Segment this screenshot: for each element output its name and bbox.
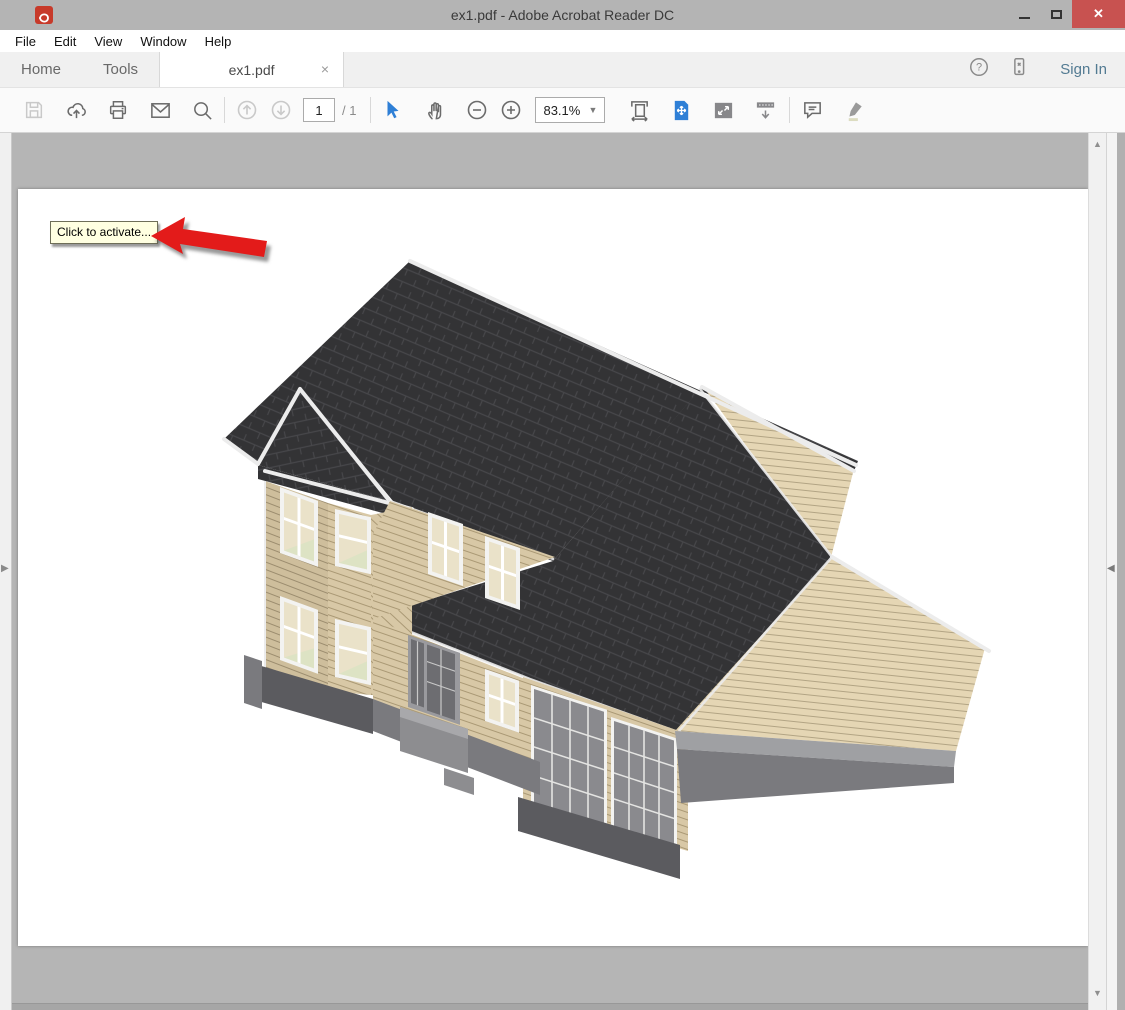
menu-view[interactable]: View: [85, 34, 131, 49]
window-title: ex1.pdf - Adobe Acrobat Reader DC: [0, 7, 1125, 23]
chevron-down-icon: ▼: [589, 105, 598, 115]
scroll-up-icon[interactable]: ▲: [1089, 139, 1106, 149]
next-page-icon[interactable]: [267, 95, 295, 125]
hide-toolbar-icon[interactable]: [751, 95, 779, 125]
close-button[interactable]: ✕: [1072, 0, 1125, 28]
nav-pane-toggle-icon[interactable]: ▶: [1, 563, 9, 574]
tab-document-label: ex1.pdf: [229, 62, 275, 78]
red-arrow-annotation: [143, 213, 283, 269]
navigation-pane-strip[interactable]: ▶: [0, 133, 12, 1010]
window-second-floor-2: [485, 536, 520, 610]
print-icon[interactable]: [104, 95, 132, 125]
sign-in-link[interactable]: Sign In: [1048, 61, 1107, 78]
tab-close-icon[interactable]: ×: [321, 61, 329, 77]
title-bar: ex1.pdf - Adobe Acrobat Reader DC ✕: [0, 0, 1125, 30]
page-count-label: / 1: [342, 103, 356, 118]
left-foundation-block: [244, 655, 262, 709]
zoom-level-value: 83.1%: [543, 103, 580, 118]
main-toolbar: / 1 83.1% ▼: [0, 88, 1125, 133]
acrobat-window: ex1.pdf - Adobe Acrobat Reader DC ✕ File…: [0, 0, 1125, 1010]
tab-bar: Home Tools ex1.pdf × ? Sign In: [0, 52, 1125, 88]
right-frame-edge: [1117, 133, 1125, 1010]
tools-pane-toggle-icon[interactable]: ◀: [1107, 563, 1115, 574]
cloud-upload-icon[interactable]: [62, 95, 90, 125]
fit-page-icon[interactable]: [667, 95, 695, 125]
click-to-activate-tooltip[interactable]: Click to activate...: [50, 221, 158, 244]
fullscreen-icon[interactable]: [709, 95, 737, 125]
document-area: ▶: [0, 133, 1125, 1010]
search-icon[interactable]: [188, 95, 216, 125]
svg-text:?: ?: [976, 62, 982, 74]
menu-window[interactable]: Window: [131, 34, 195, 49]
menu-help[interactable]: Help: [196, 34, 241, 49]
house-3d-rendering[interactable]: [18, 189, 1088, 946]
tools-pane-strip[interactable]: ◀: [1106, 133, 1117, 1010]
help-icon[interactable]: ?: [968, 56, 990, 83]
email-icon[interactable]: [146, 95, 174, 125]
tab-document[interactable]: ex1.pdf ×: [159, 52, 344, 87]
fit-width-icon[interactable]: [625, 95, 653, 125]
window-bay-upper: [335, 509, 371, 574]
previous-page-icon[interactable]: [233, 95, 261, 125]
page-number-input[interactable]: [303, 98, 335, 122]
highlight-icon[interactable]: [840, 95, 868, 125]
menu-file[interactable]: File: [15, 34, 45, 49]
tab-home[interactable]: Home: [0, 52, 82, 87]
window-bay-lower: [335, 619, 371, 685]
vertical-scrollbar[interactable]: ▲ ▼: [1088, 133, 1106, 1010]
window-bottom-edge: [12, 1003, 1088, 1010]
window-upper-left: [280, 487, 318, 567]
hand-tool-icon[interactable]: [421, 95, 449, 125]
save-icon[interactable]: [20, 95, 48, 125]
maximize-button[interactable]: [1040, 0, 1072, 28]
zoom-out-icon[interactable]: [463, 95, 491, 125]
scroll-down-icon[interactable]: ▼: [1089, 988, 1106, 998]
porch-step-lower: [444, 768, 474, 795]
tab-tools[interactable]: Tools: [82, 52, 159, 87]
pdf-page[interactable]: Click to activate...: [18, 189, 1088, 946]
window-second-floor-1: [428, 512, 463, 586]
menu-bar: File Edit View Window Help: [0, 30, 1125, 52]
select-tool-icon[interactable]: [379, 95, 407, 125]
minimize-button[interactable]: [1008, 0, 1040, 28]
zoom-level-dropdown[interactable]: 83.1% ▼: [535, 97, 605, 123]
document-canvas: Click to activate...: [12, 133, 1088, 1010]
zoom-in-icon[interactable]: [497, 95, 525, 125]
mobile-device-icon[interactable]: [1008, 56, 1030, 83]
menu-edit[interactable]: Edit: [45, 34, 85, 49]
comment-icon[interactable]: [798, 95, 826, 125]
